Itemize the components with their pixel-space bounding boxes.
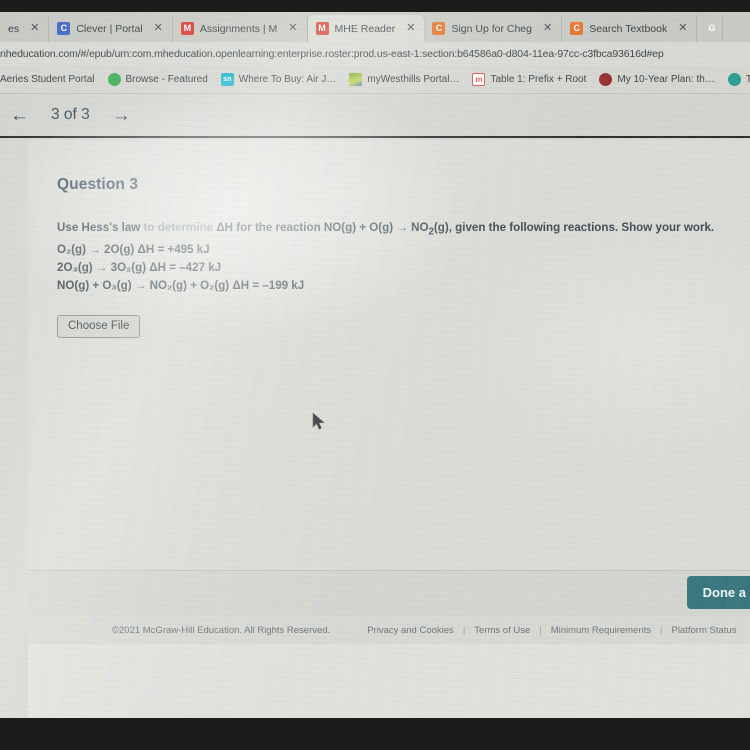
browser-tab[interactable]: C Search Textbook ✕ [562,15,698,42]
footer-link-terms[interactable]: Terms of Use [465,625,539,636]
bookmark-item[interactable]: Aeries Student Portal [0,74,95,85]
bookmark-label: myWesthills Portal… [367,74,460,85]
green-circle-icon [107,73,121,86]
bookmark-item[interactable]: Browse - Featured [107,73,208,86]
bookmark-label: Where To Buy: Air J… [238,74,337,85]
close-icon[interactable]: ✕ [283,23,302,34]
back-arrow-icon[interactable]: ← [10,106,29,125]
question-content-pane: Question 3 Use Hess's law to determine Δ… [28,140,750,570]
maroon-circle-icon [599,73,613,86]
chegg-icon: C [570,22,584,35]
prompt-segment-1: Use Hess's law [57,221,144,234]
reaction-equation: O₂(g) → 2O(g) ΔH = +495 kJ [57,243,210,257]
footer-link-status[interactable]: Platform Status [663,625,746,636]
bookmark-label: Teac [746,74,750,85]
bookmark-item[interactable]: My 10-Year Plan: th… [599,73,715,86]
done-button[interactable]: Done a [686,576,750,609]
page-footer: ©2021 McGraw-Hill Education. All Rights … [28,616,750,644]
bookmark-item[interactable]: myWesthills Portal… [349,73,459,86]
photographed-screen: es ✕ C Clever | Portal ✕ M Assignments |… [0,0,750,750]
mouse-cursor-icon [312,412,325,430]
close-icon[interactable]: ✕ [673,23,692,34]
browser-tab-strip[interactable]: es ✕ C Clever | Portal ✕ M Assignments |… [0,12,750,42]
browser-window: es ✕ C Clever | Portal ✕ M Assignments |… [0,12,750,718]
footer-link-requirements[interactable]: Minimum Requirements [542,625,660,636]
bookmark-item[interactable]: sn Where To Buy: Air J… [220,73,337,86]
copyright-text: ©2021 McGraw-Hill Education. All Rights … [112,624,331,636]
address-bar[interactable]: nheducation.com/#/epub/urn:com.mheducati… [0,42,750,66]
close-icon[interactable]: ✕ [401,23,420,34]
prompt-segment-2: ΔH for the reaction NO(g) + O(g) → NO [216,221,429,234]
clever-icon: C [57,22,71,35]
teal-circle-icon [727,73,741,86]
page-bottom-whitespace [28,644,750,718]
question-body: Use Hess's law to determine ΔH for the r… [57,219,734,295]
browser-tab-active[interactable]: M MHE Reader ✕ [307,15,425,42]
bookmarks-bar[interactable]: Aeries Student Portal Browse - Featured … [0,66,750,94]
url-text: nheducation.com/#/epub/urn:com.mheducati… [0,48,664,60]
table-icon: m [472,73,486,86]
reaction-equation: NO(g) + O₃(g) → NO₂(g) + O₂(g) ΔH = –199… [57,279,305,293]
page-title: Question 3 [57,176,139,193]
page-counter: 3 of 3 [51,106,90,123]
footer-link-privacy[interactable]: Privacy and Cookies [358,625,463,636]
tab-title: MHE Reader [334,22,396,35]
browser-tab[interactable]: es ✕ [0,15,50,42]
chegg-icon: C [432,22,446,35]
choose-file-button[interactable]: Choose File [57,315,141,338]
bookmark-label: Browse - Featured [125,74,208,85]
tab-title: Search Textbook [589,22,668,35]
google-icon: G [708,23,716,33]
bookmark-item[interactable]: Teac [727,73,750,86]
tab-title: Sign Up for Cheg [451,22,532,35]
forward-arrow-icon[interactable]: → [112,106,131,125]
prompt-segment-3: (g), given the following reactions. Show… [433,221,715,234]
browser-tab[interactable]: G [697,15,724,42]
browser-tab[interactable]: C Sign Up for Cheg ✕ [424,15,563,42]
tab-title: Clever | Portal [76,22,143,35]
sneaker-icon: sn [220,73,234,86]
reaction-equation: 2O₃(g) → 3O₂(g) ΔH = –427 kJ [57,261,222,275]
browser-tab[interactable]: M Assignments | M ✕ [173,15,308,42]
bookmark-label: Aeries Student Portal [0,74,95,85]
photo-icon [349,73,363,86]
tab-title: Assignments | M [199,22,278,35]
bookmark-item[interactable]: m Table 1: Prefix + Root [472,73,586,86]
browser-tab[interactable]: C Clever | Portal ✕ [49,15,173,42]
bookmark-label: Table 1: Prefix + Root [490,74,587,85]
tab-title: es [8,22,20,35]
mhe-icon: M [315,22,329,35]
question-prompt: Use Hess's law to determine ΔH for the r… [57,219,729,241]
close-icon[interactable]: ✕ [538,23,557,34]
prompt-segment-faded: to determine [143,221,217,234]
close-icon[interactable]: ✕ [149,23,168,34]
action-bar: Done a [28,570,750,616]
reader-nav-bar: ← 3 of 3 → [0,94,750,138]
mhe-icon: M [180,22,194,35]
close-icon[interactable]: ✕ [25,23,44,34]
bookmark-label: My 10-Year Plan: th… [617,74,715,85]
